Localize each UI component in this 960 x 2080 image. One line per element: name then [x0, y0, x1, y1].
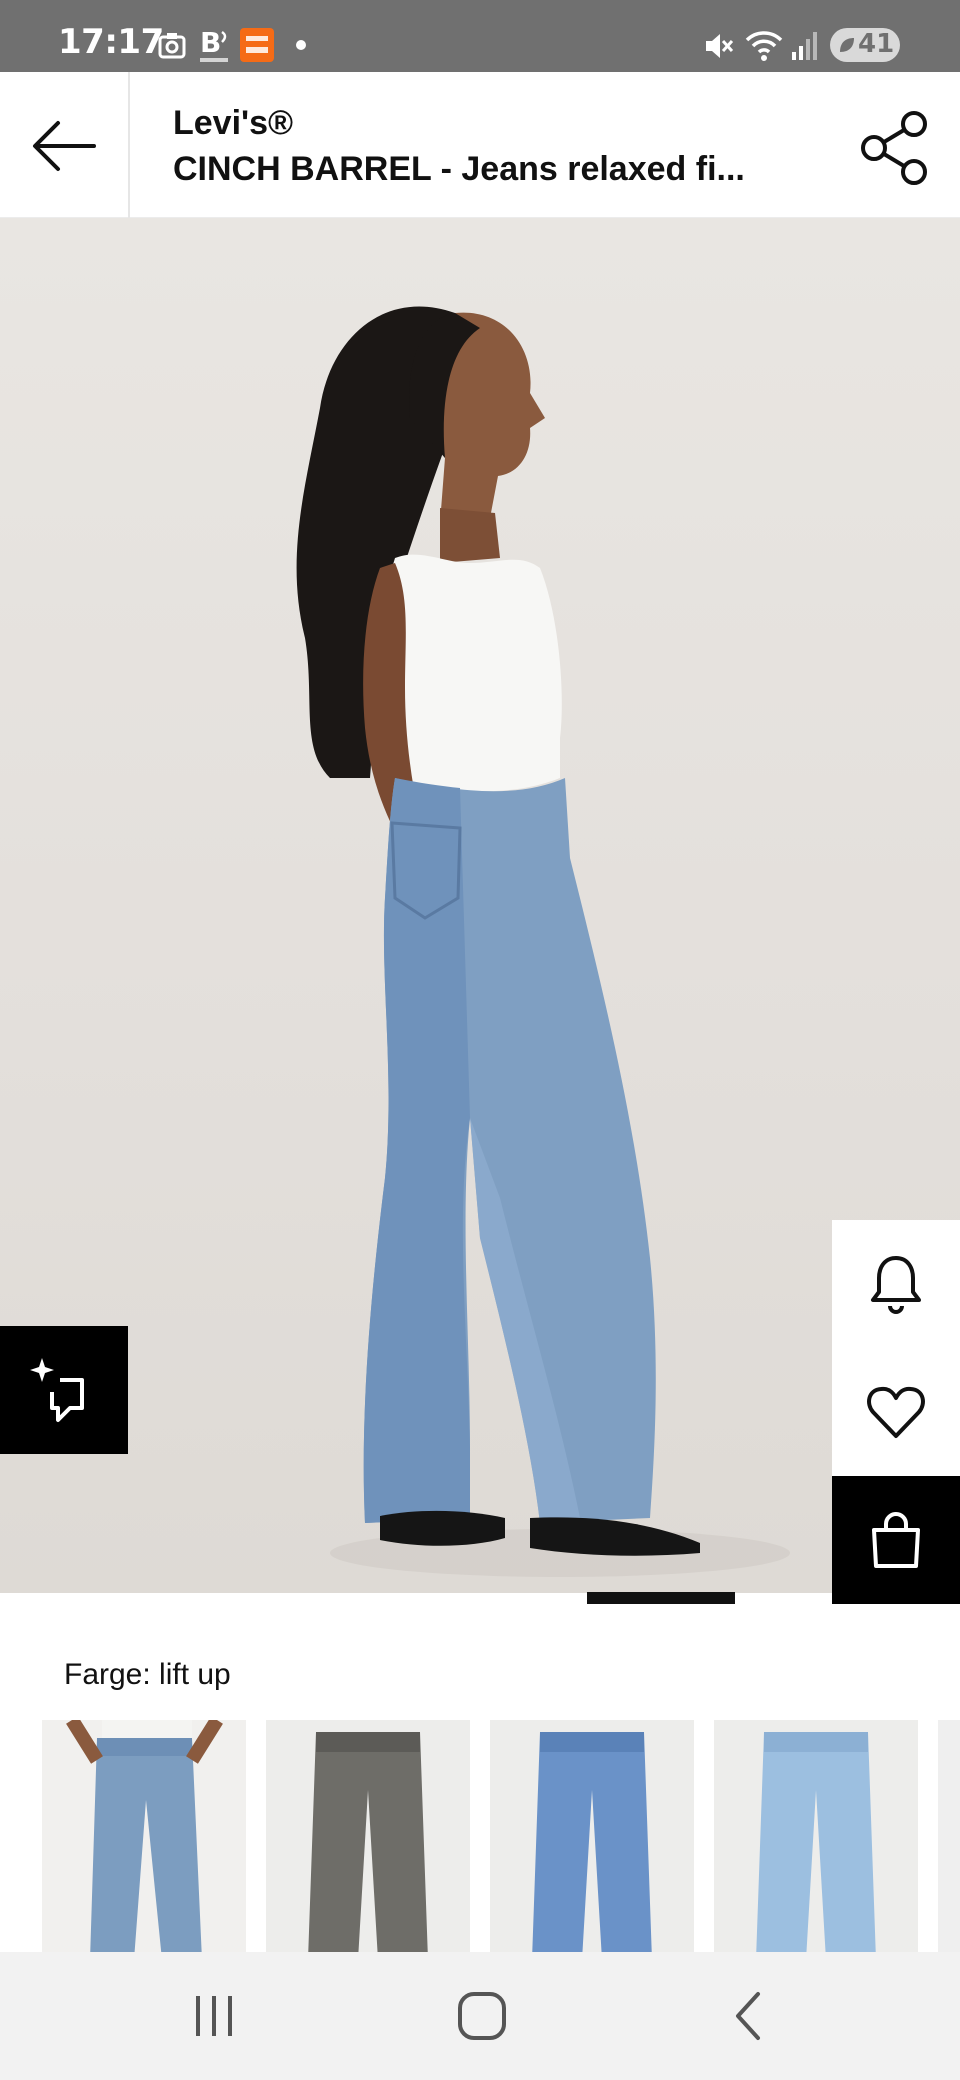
back-button[interactable] [0, 72, 130, 218]
system-nav-bar [0, 1952, 960, 2080]
battery-indicator: 41 [830, 28, 900, 62]
find-similar-button[interactable] [0, 1326, 128, 1454]
notify-button[interactable] [832, 1220, 960, 1348]
recent-apps-button[interactable] [164, 1974, 264, 2058]
b-app-icon: B [200, 26, 228, 62]
svg-text:B: B [200, 26, 221, 59]
brand-name: Levi's® [173, 104, 294, 142]
carousel-indicator [587, 1592, 735, 1604]
color-swatch-more[interactable] [938, 1720, 960, 1952]
side-actions [832, 1220, 960, 1604]
color-swatch-lift-up[interactable] [42, 1720, 246, 1952]
mute-icon [706, 34, 734, 58]
status-bar: 17:17 B 41 [0, 0, 960, 72]
signal-icon [792, 32, 817, 60]
wifi-icon [745, 31, 783, 61]
temu-app-icon [240, 28, 274, 62]
home-button[interactable] [432, 1974, 532, 2058]
color-swatch-mid-blue[interactable] [490, 1720, 694, 1952]
share-button[interactable] [856, 108, 936, 188]
product-title: CINCH BARREL - Jeans relaxed fi... [173, 150, 745, 188]
color-swatch-light-blue[interactable] [714, 1720, 918, 1952]
notification-dot-icon [296, 40, 306, 50]
sparkle-crop-icon [30, 1358, 84, 1422]
status-time: 17:17 [58, 22, 164, 62]
wishlist-button[interactable] [832, 1348, 960, 1476]
battery-saver-icon [840, 38, 854, 52]
battery-level: 41 [858, 29, 895, 59]
swatch-image [266, 1720, 470, 1952]
share-icon [861, 111, 927, 185]
product-image[interactable] [0, 218, 960, 1593]
shopping-bag-icon [872, 1512, 920, 1568]
color-label: Farge: lift up [64, 1658, 231, 1691]
recent-apps-icon [196, 1996, 232, 2036]
product-header: Levi's® CINCH BARREL - Jeans relaxed fi.… [0, 72, 960, 218]
bell-icon [871, 1256, 921, 1314]
arrow-left-icon [33, 121, 96, 171]
swatch-image [490, 1720, 694, 1952]
back-nav-button[interactable] [700, 1974, 800, 2058]
swatch-image [714, 1720, 918, 1952]
color-swatch-grey[interactable] [266, 1720, 470, 1952]
back-nav-icon [736, 1992, 760, 2040]
heart-icon [867, 1386, 925, 1438]
color-swatches [0, 1718, 960, 1952]
product-photo [296, 306, 790, 1577]
screenshot-icon [158, 33, 186, 59]
add-to-bag-button[interactable] [832, 1476, 960, 1604]
swatch-image [42, 1720, 246, 1952]
home-icon [458, 1992, 506, 2040]
